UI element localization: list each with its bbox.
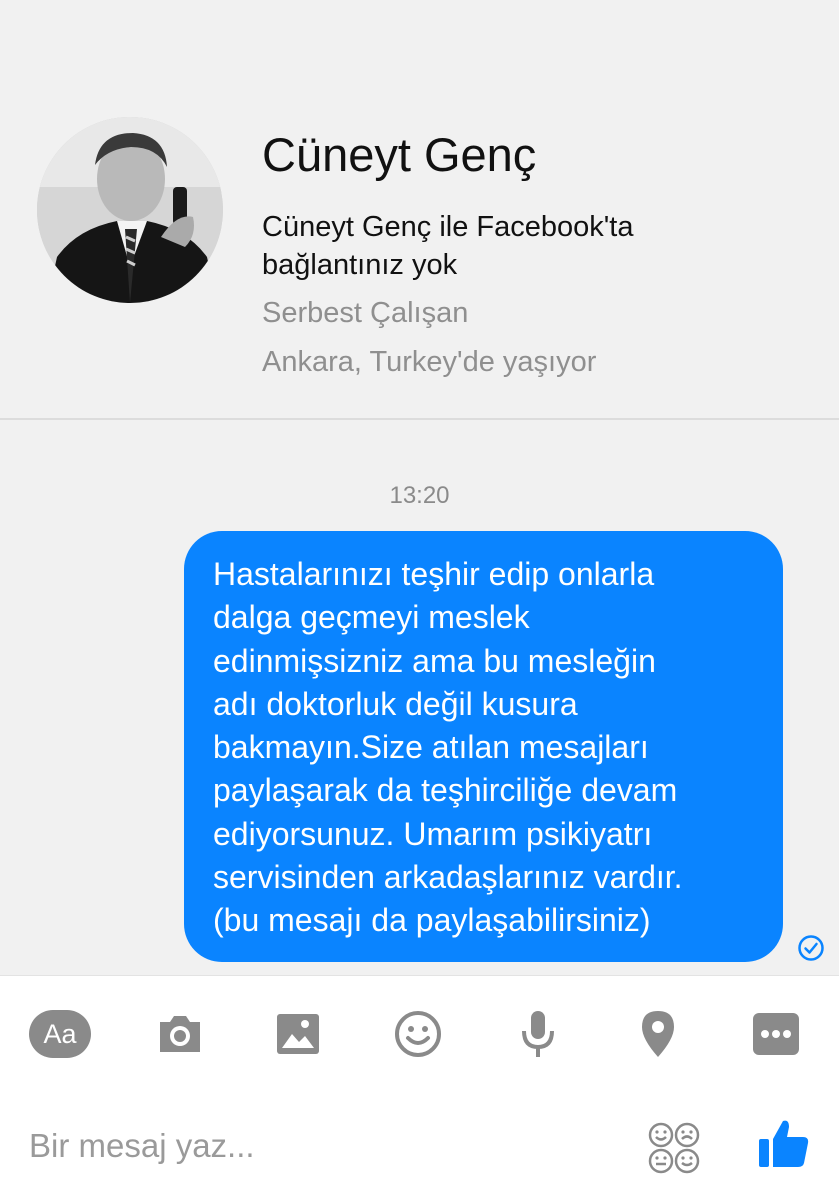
camera-button[interactable]: [148, 1006, 212, 1062]
location-button[interactable]: [626, 1006, 690, 1062]
emoji-icon: [395, 1011, 441, 1057]
profile-work: Serbest Çalışan: [262, 297, 469, 329]
seen-check-icon: [798, 935, 824, 961]
emoji-button[interactable]: [386, 1006, 450, 1062]
message-input[interactable]: [29, 1122, 589, 1170]
profile-name: Cüneyt Genç: [262, 128, 537, 181]
profile-avatar[interactable]: [37, 117, 223, 303]
message-timestamp: 13:20: [389, 482, 450, 509]
profile-header: Cüneyt Genç Cüneyt Genç ile Facebook'ta …: [0, 0, 839, 420]
more-button[interactable]: [744, 1006, 808, 1062]
text-format-icon: Aa: [29, 1010, 91, 1058]
location-pin-icon: [642, 1011, 674, 1057]
microphone-button[interactable]: [506, 1006, 570, 1062]
text-format-button[interactable]: Aa: [28, 1006, 92, 1062]
microphone-icon: [522, 1011, 554, 1057]
more-icon: [753, 1013, 799, 1055]
profile-location: Ankara, Turkey'de yaşıyor: [262, 346, 597, 378]
outgoing-message-bubble[interactable]: Hastalarınızı teşhir edip onlarla dalga …: [184, 531, 783, 962]
gallery-button[interactable]: [266, 1006, 330, 1062]
like-thumb-icon[interactable]: [755, 1115, 811, 1171]
sticker-icon[interactable]: [646, 1120, 702, 1176]
message-thread[interactable]: 13:20 Hastalarınızı teşhir edip onlarla …: [0, 422, 839, 975]
message-composer: Aa: [0, 975, 839, 1200]
connection-status: Cüneyt Genç ile Facebook'ta bağlantınız …: [262, 211, 634, 281]
gallery-icon: [277, 1014, 319, 1054]
camera-icon: [160, 1016, 200, 1052]
